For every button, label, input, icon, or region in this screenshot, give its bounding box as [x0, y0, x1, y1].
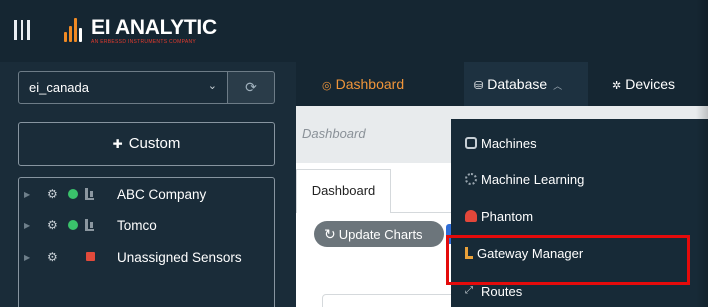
brand-tagline: AN ERBESSD INSTRUMENTS COMPANY	[91, 39, 197, 45]
brain-icon	[465, 173, 477, 185]
tab-dashboard[interactable]: Dashboard	[296, 169, 391, 213]
company-select-value: ei_canada	[29, 80, 89, 95]
gear-icon[interactable]: ⚙	[47, 218, 58, 232]
expand-caret-icon[interactable]: ▶	[24, 190, 30, 199]
sensor-flag-icon	[86, 252, 95, 261]
routes-icon: ⤢	[465, 285, 473, 296]
app-window: EI ANALYTIC AN ERBESSD INSTRUMENTS COMPA…	[0, 0, 708, 307]
top-header: EI ANALYTIC AN ERBESSD INSTRUMENTS COMPA…	[0, 0, 708, 62]
update-charts-label: Update Charts	[338, 227, 423, 242]
hamburger-icon[interactable]	[14, 20, 31, 40]
analytic-bars-logo	[64, 18, 86, 44]
building-icon	[85, 188, 94, 200]
devices-icon: ✲	[612, 80, 622, 92]
tree-item-unassigned-sensors[interactable]: ▶ ⚙ Unassigned Sensors	[19, 247, 274, 267]
update-charts-button[interactable]: ↻ Update Charts	[314, 221, 444, 247]
custom-button-label: Custom	[128, 135, 181, 152]
asset-tree: ▶ ⚙ ABC Company ▶ ⚙ Tomco ▶ ⚙ Unassigned…	[18, 177, 275, 307]
menu-item-label: Phantom	[481, 208, 534, 224]
brand-name: EI ANALYTIC	[91, 16, 217, 39]
tree-item-label: Tomco	[117, 217, 157, 233]
menu-item-phantom[interactable]: Phantom	[465, 205, 533, 227]
gear-icon[interactable]: ⚙	[47, 187, 58, 201]
building-icon	[85, 219, 94, 231]
custom-button[interactable]: ✚ Custom	[18, 122, 275, 166]
main-navbar: ◎ Dashboard ⛁ Database ︿ ✲ Devices	[296, 62, 708, 106]
nav-database-label: Database	[487, 76, 548, 92]
refresh-icon: ↻	[324, 226, 336, 242]
refresh-button[interactable]: ⟳	[227, 71, 275, 104]
database-icon: ⛁	[474, 80, 484, 92]
gear-icon[interactable]: ⚙	[47, 250, 58, 264]
tree-item-label: ABC Company	[117, 186, 207, 202]
nav-dashboard[interactable]: ◎ Dashboard	[322, 62, 404, 106]
plus-icon: ✚	[112, 137, 123, 151]
nav-dashboard-label: Dashboard	[335, 76, 405, 92]
tree-item-abc-company[interactable]: ▶ ⚙ ABC Company	[19, 184, 274, 204]
window-edge-shadow	[696, 0, 708, 307]
menu-item-machine-learning[interactable]: Machine Learning	[465, 168, 584, 190]
menu-item-label: Machine Learning	[481, 171, 585, 187]
tree-item-label: Unassigned Sensors	[117, 249, 242, 265]
highlight-box	[446, 235, 690, 285]
chart-card	[322, 294, 462, 307]
machine-icon	[465, 137, 477, 149]
expand-caret-icon[interactable]: ▶	[24, 253, 30, 262]
company-select[interactable]: ei_canada ⌄	[18, 71, 228, 104]
chevron-down-icon: ⌄	[207, 80, 217, 92]
menu-item-machines[interactable]: Machines	[465, 132, 537, 154]
phantom-icon	[465, 210, 477, 222]
menu-item-label: Routes	[481, 283, 523, 299]
tree-item-tomco[interactable]: ▶ ⚙ Tomco	[19, 215, 274, 235]
menu-item-label: Machines	[481, 135, 537, 151]
expand-caret-icon[interactable]: ▶	[24, 221, 30, 230]
status-dot-icon	[68, 189, 78, 199]
dashboard-icon: ◎	[322, 80, 332, 92]
chevron-up-icon: ︿	[553, 81, 563, 91]
status-dot-icon	[68, 220, 78, 230]
brand-logo[interactable]: EI ANALYTIC AN ERBESSD INSTRUMENTS COMPA…	[64, 14, 217, 48]
nav-database[interactable]: ⛁ Database ︿	[464, 62, 588, 106]
nav-devices[interactable]: ✲ Devices	[612, 62, 675, 106]
sidebar: ei_canada ⌄ ⟳ ✚ Custom ▶ ⚙ ABC Company ▶ …	[0, 62, 296, 307]
nav-devices-label: Devices	[625, 76, 676, 92]
refresh-icon: ⟳	[245, 79, 257, 95]
breadcrumb-text: Dashboard	[302, 126, 366, 141]
